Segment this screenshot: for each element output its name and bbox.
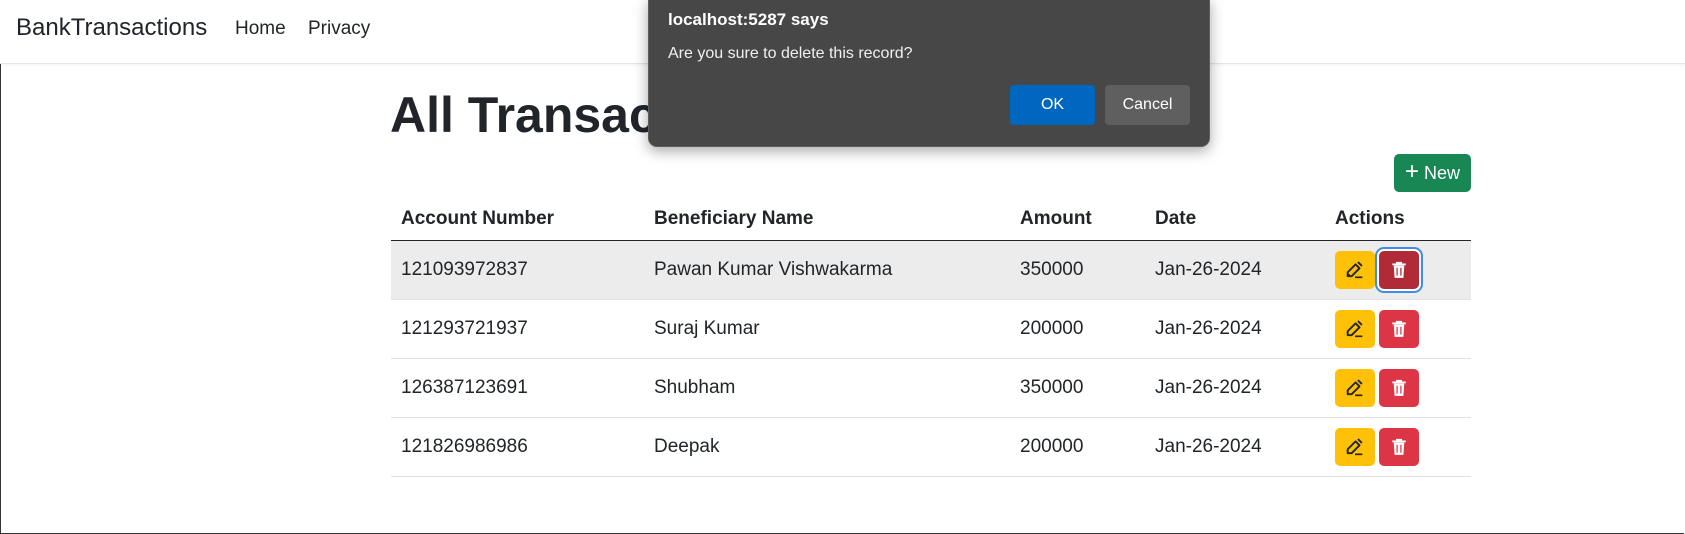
account-number-cell: 121093972837 (391, 240, 644, 300)
edit-icon (1346, 438, 1363, 456)
delete-button[interactable] (1379, 369, 1419, 407)
date-cell: Jan-26-2024 (1145, 240, 1325, 300)
edit-button[interactable] (1335, 251, 1375, 289)
edit-icon (1346, 261, 1363, 279)
account-number-cell: 121293721937 (391, 299, 644, 359)
delete-button[interactable] (1379, 428, 1419, 466)
plus-icon: + (1404, 158, 1419, 185)
confirm-dialog: localhost:5287 says Are you sure to dele… (648, 0, 1210, 147)
dialog-ok-button[interactable]: OK (1010, 85, 1095, 125)
edit-icon (1346, 320, 1363, 338)
delete-button[interactable] (1379, 251, 1419, 289)
table-header-row: Account Number Beneficiary Name Amount D… (391, 197, 1471, 241)
header-date: Date (1145, 197, 1325, 241)
date-cell: Jan-26-2024 (1145, 358, 1325, 418)
trash-icon (1392, 379, 1406, 396)
amount-cell: 350000 (1010, 240, 1145, 300)
dialog-title: localhost:5287 says (668, 10, 829, 29)
new-transaction-button[interactable]: + New (1394, 154, 1471, 192)
brand-link[interactable]: BankTransactions (16, 14, 207, 42)
nav-link-privacy[interactable]: Privacy (308, 18, 370, 40)
new-button-label: New (1424, 162, 1461, 183)
delete-button[interactable] (1379, 310, 1419, 348)
trash-icon (1392, 320, 1406, 337)
header-beneficiary-name: Beneficiary Name (644, 197, 1010, 241)
date-cell: Jan-26-2024 (1145, 299, 1325, 359)
amount-cell: 200000 (1010, 417, 1145, 477)
dialog-message: Are you sure to delete this record? (668, 45, 913, 62)
edit-icon (1346, 379, 1363, 397)
edit-button[interactable] (1335, 369, 1375, 407)
trash-icon (1392, 261, 1406, 278)
actions-cell (1325, 240, 1471, 300)
edit-button[interactable] (1335, 310, 1375, 348)
beneficiary-name-cell: Suraj Kumar (644, 299, 1010, 359)
edit-button[interactable] (1335, 428, 1375, 466)
table-row: 121093972837 Pawan Kumar Vishwakarma 350… (391, 240, 1471, 300)
header-account-number: Account Number (391, 197, 644, 241)
beneficiary-name-cell: Deepak (644, 417, 1010, 477)
beneficiary-name-cell: Pawan Kumar Vishwakarma (644, 240, 1010, 300)
header-amount: Amount (1010, 197, 1145, 241)
table-row: 121293721937 Suraj Kumar 200000 Jan-26-2… (391, 299, 1471, 359)
nav-link-home[interactable]: Home (235, 18, 286, 40)
trash-icon (1392, 438, 1406, 455)
beneficiary-name-cell: Shubham (644, 358, 1010, 418)
actions-cell (1325, 299, 1471, 359)
table-row: 126387123691 Shubham 350000 Jan-26-2024 (391, 358, 1471, 418)
actions-cell (1325, 358, 1471, 418)
table-row: 121826986986 Deepak 200000 Jan-26-2024 (391, 417, 1471, 477)
amount-cell: 200000 (1010, 299, 1145, 359)
dialog-cancel-button[interactable]: Cancel (1105, 85, 1190, 125)
actions-cell (1325, 417, 1471, 477)
transactions-table: Account Number Beneficiary Name Amount D… (391, 197, 1471, 477)
date-cell: Jan-26-2024 (1145, 417, 1325, 477)
account-number-cell: 126387123691 (391, 358, 644, 418)
account-number-cell: 121826986986 (391, 417, 644, 477)
amount-cell: 350000 (1010, 358, 1145, 418)
header-actions: Actions (1325, 197, 1471, 241)
